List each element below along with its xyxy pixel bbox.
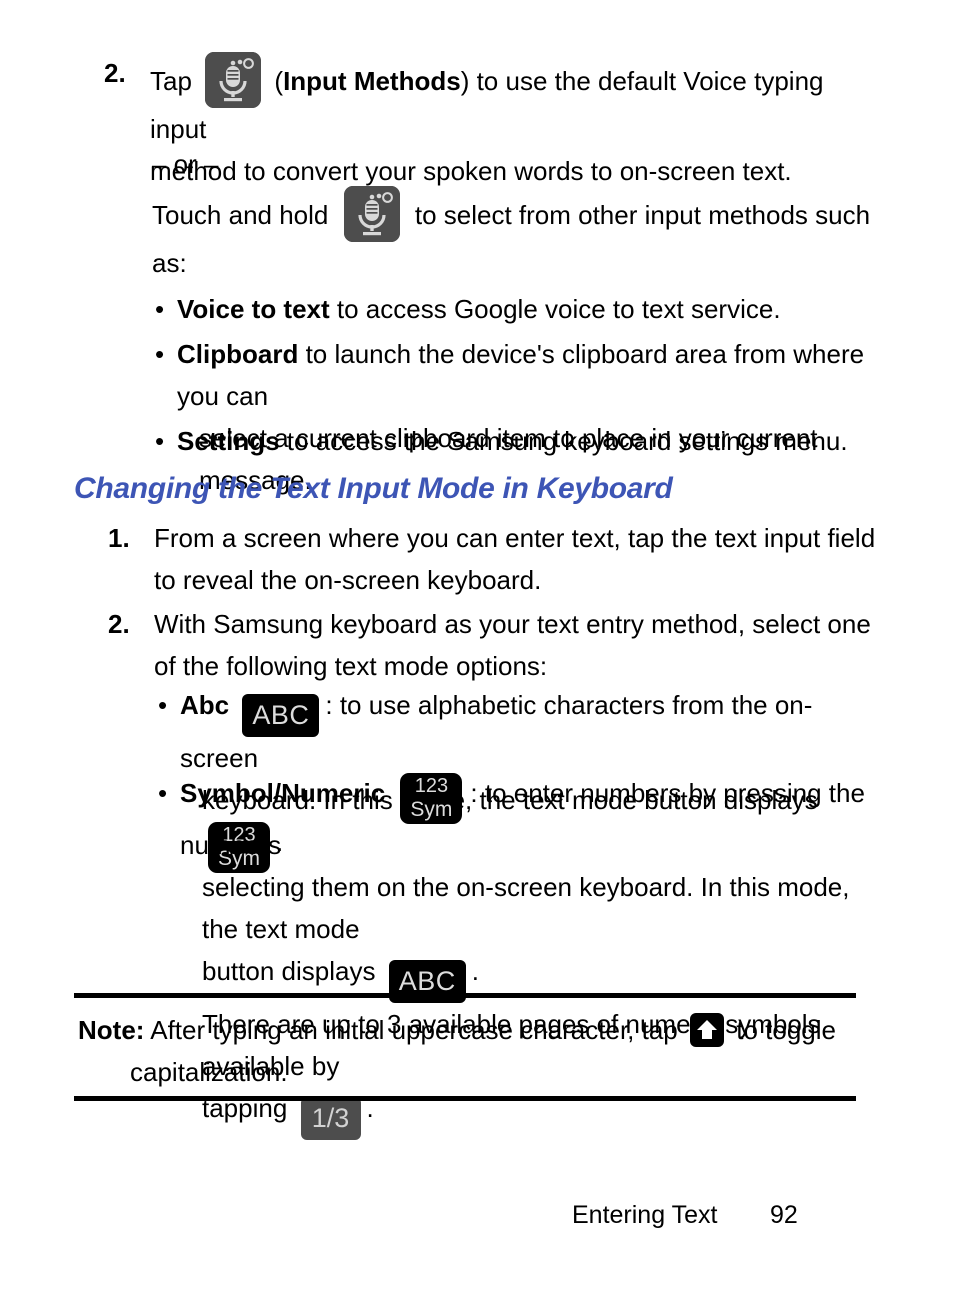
note-line2: capitalization. (130, 1057, 288, 1087)
section-heading: Changing the Text Input Mode in Keyboard (74, 472, 673, 505)
step-text: Tap (Input Methods) to use the default V… (150, 52, 884, 192)
microphone-input-methods-icon[interactable] (205, 52, 262, 108)
step-line2: to reveal the on-screen keyboard. (154, 565, 542, 595)
step-input-methods: 2. Tap (Input Methods) to use the defaul… (104, 52, 884, 192)
note-label: Note: (78, 1015, 145, 1045)
list-item-text: Voice to text to access Google voice to … (177, 288, 781, 330)
symbol-line5: tapping 1/3. (180, 1087, 888, 1140)
sym-key[interactable]: 123 Sym (400, 773, 463, 824)
step-number: 2. (104, 58, 126, 88)
touch-hold-line2: as: (152, 248, 187, 278)
note-block: Note: After typing an initial uppercase … (78, 1009, 868, 1093)
list-item: • Settings to access the Samsung keyboar… (155, 420, 875, 462)
step-line2: of the following text mode options: (154, 651, 548, 681)
symbol-line3-after: . (471, 956, 479, 986)
step-1: 1. From a screen where you can enter tex… (108, 517, 888, 601)
term-abc: Abc (180, 690, 230, 720)
or-separator: – or – (152, 149, 219, 179)
manual-page: 2. Tap (Input Methods) to use the defaul… (0, 0, 954, 1295)
term-description: to access the Samsung keyboard settings … (279, 426, 848, 456)
bullet-glyph: • (155, 294, 165, 324)
microphone-input-methods-icon[interactable] (343, 186, 400, 242)
tap-label: Tap (150, 66, 192, 96)
footer-section-label: Entering Text (572, 1201, 718, 1229)
step-number: 1. (108, 523, 130, 553)
note-text-before-icon: After typing an initial uppercase charac… (150, 1015, 678, 1045)
symbol-line2: selecting them on the on-screen keyboard… (202, 872, 850, 944)
term-clipboard: Clipboard (177, 339, 299, 369)
step-text: From a screen where you can enter text, … (154, 517, 875, 601)
note-bottom-rule (74, 1096, 856, 1101)
step-text: With Samsung keyboard as your text entry… (154, 603, 871, 687)
term-symbol-numeric: Symbol/Numeric (180, 778, 386, 808)
step-line1: With Samsung keyboard as your text entry… (154, 609, 871, 639)
page-number: 92 (770, 1201, 798, 1229)
symbol-line3-before: button displays (202, 956, 376, 986)
input-methods-label: Input Methods (283, 66, 461, 96)
shift-key-icon[interactable] (690, 1013, 724, 1047)
bullet-glyph: • (155, 426, 165, 456)
list-item-text: Settings to access the Samsung keyboard … (177, 420, 848, 462)
term-settings: Settings (177, 426, 280, 456)
touch-and-hold-line: Touch and hold to select from other inpu… (152, 186, 892, 284)
step-number: 2. (108, 609, 130, 639)
list-item: • Voice to text to access Google voice t… (155, 288, 875, 330)
touch-hold-before: Touch and hold (152, 200, 329, 230)
step-2: 2. With Samsung keyboard as your text en… (108, 603, 888, 687)
open-paren: ( (274, 66, 284, 96)
sym-key-line1: 123 (414, 775, 449, 797)
note-top-rule (74, 993, 856, 998)
sym-key-line2: Sym (410, 798, 453, 821)
page-count-key[interactable]: 1/3 (300, 1097, 361, 1140)
touch-hold-after: to select from other input methods such (414, 200, 871, 230)
term-description: to access Google voice to text service. (329, 294, 781, 324)
step-line1: From a screen where you can enter text, … (154, 523, 876, 553)
abc-key[interactable]: ABC (242, 694, 320, 737)
note-text-after-icon: to toggle (736, 1015, 836, 1045)
term-voice-to-text: Voice to text (177, 294, 330, 324)
